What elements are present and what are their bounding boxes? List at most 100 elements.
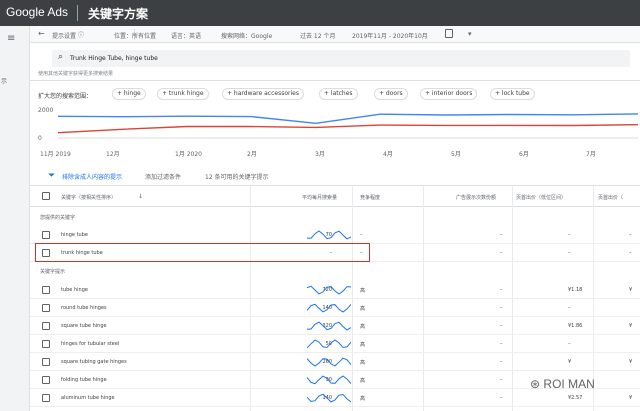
chip-doors[interactable]: + doors — [374, 88, 408, 100]
bid-low-cell: ¥2.57 — [568, 395, 583, 401]
network-filter[interactable]: 搜索网络：Google — [221, 31, 272, 40]
filter-icon[interactable]: ⏷ — [48, 171, 55, 181]
search-volume-chart: 2000 0 11月 2019 12月 1月 2020 2月 3月 4月 5月 6月 7月 — [38, 107, 639, 158]
row-checkbox[interactable] — [42, 376, 50, 384]
chip-interior-doors[interactable]: + interior doors — [420, 88, 478, 100]
ideas-count: 12 条可用的关键字提示 — [205, 174, 269, 181]
divider — [77, 5, 78, 21]
keyword-cell: aluminum tube hinge — [61, 395, 115, 401]
language-filter[interactable]: 语言：英语 — [171, 31, 201, 40]
impression-share-cell: – — [500, 395, 503, 401]
col-impression-share[interactable]: 广告展示次数份额 — [456, 194, 496, 201]
keyword-search-box[interactable]: ⌕ Trunk Hinge Tube, hinge tube — [52, 50, 630, 67]
search-icon: ⌕ — [58, 52, 64, 62]
bid-low-cell: ¥ — [568, 359, 572, 365]
impression-share-cell: – — [500, 359, 503, 365]
col-keyword[interactable]: 关键字（按相关性排序） — [61, 194, 116, 201]
table-row[interactable]: hinge tube 70– – – – — [30, 226, 640, 244]
broaden-label: 扩大您的搜索范围： — [38, 93, 93, 100]
suggestion-settings[interactable]: 提示设置 — [52, 31, 76, 40]
menu-icon[interactable]: ≡ — [7, 33, 15, 44]
col-bid-high[interactable]: 页首出价（ — [598, 194, 623, 201]
sparkline — [307, 303, 351, 313]
keyword-cell: tube hinge — [61, 287, 88, 293]
sparkline — [307, 230, 351, 240]
impression-share-cell: – — [500, 323, 503, 329]
row-checkbox[interactable] — [42, 231, 50, 239]
info-icon[interactable]: ⓘ — [78, 30, 84, 39]
row-checkbox[interactable] — [42, 322, 50, 330]
location-filter[interactable]: 位置：所有位置 — [114, 31, 156, 40]
chip-lock-tube[interactable]: + lock tube — [490, 88, 535, 100]
chip-latches[interactable]: + latches — [319, 88, 358, 100]
impression-share-cell: – — [500, 341, 503, 347]
google-ads-logo[interactable]: Google Ads — [6, 5, 68, 19]
competition-cell: 高 — [360, 378, 366, 384]
impression-share-cell: – — [500, 287, 503, 293]
add-filter-button[interactable]: 添加过滤条件 — [145, 172, 181, 181]
highlight-box — [35, 243, 370, 262]
row-checkbox[interactable] — [42, 358, 50, 366]
table-header: 关键字（按相关性排序） ↓ 平均每月搜索量 竞争程度 广告展示次数份额 页首出价… — [30, 186, 640, 207]
series-line — [57, 124, 639, 134]
x-tick-label: 5月 — [451, 151, 461, 158]
sparkline — [307, 375, 351, 385]
table-row[interactable]: aluminum tube hinge 140 高 – ¥2.57 ¥ — [30, 389, 640, 407]
x-tick-label: 11月 2019 — [40, 151, 71, 158]
chip-hardware-accessories[interactable]: + hardware accessories — [222, 88, 304, 100]
row-checkbox[interactable] — [42, 304, 50, 312]
competition-cell: 高 — [360, 306, 366, 312]
y-tick-label: 0 — [38, 135, 42, 142]
competition-cell: 高 — [360, 324, 366, 330]
calendar-icon[interactable] — [445, 29, 453, 38]
keyword-cell: square tube hinge — [61, 323, 107, 329]
y-tick-label: 2000 — [38, 107, 53, 114]
col-bid-low[interactable]: 页首出价（低位区间） — [516, 194, 566, 201]
bid-low-cell: – — [568, 341, 571, 347]
page-title: 关键字方案 — [88, 7, 149, 21]
chevron-down-icon[interactable]: ▾ — [468, 30, 472, 38]
search-input[interactable]: Trunk Hinge Tube, hinge tube — [70, 55, 158, 62]
table-row[interactable]: round tube hinges 140 高 – – — [30, 299, 640, 317]
sort-arrow-icon[interactable]: ↓ — [138, 193, 143, 200]
bid-high-cell: – — [629, 232, 632, 238]
keyword-cell: folding tube hinge — [61, 377, 107, 383]
x-tick-label: 12月 — [106, 151, 120, 158]
row-checkbox[interactable] — [42, 340, 50, 348]
col-competition[interactable]: 竞争程度 — [360, 194, 380, 201]
competition-cell: 高 — [360, 360, 366, 366]
bid-low-cell: ¥1.86 — [568, 323, 583, 329]
chip-trunk-hinge[interactable]: + trunk hinge — [157, 88, 209, 100]
chip-hinge[interactable]: + hinge — [112, 88, 146, 100]
row-checkbox[interactable] — [42, 286, 50, 294]
col-avg-searches[interactable]: 平均每月搜索量 — [302, 194, 337, 201]
table-row[interactable]: hinges for tubular steel 50 高 – – — [30, 335, 640, 353]
keyword-cell: square tubing gate hinges — [61, 359, 127, 365]
divider — [30, 80, 640, 81]
sparkline — [307, 285, 351, 295]
select-all-checkbox[interactable] — [42, 192, 50, 200]
table-row[interactable]: tube hinge 720 高 – ¥1.18 ¥ — [30, 281, 640, 299]
competition-cell: 高 — [360, 396, 366, 402]
competition-cell: – — [360, 232, 363, 238]
filter-bar: ← 提示设置 ⓘ 位置：所有位置 语言：英语 搜索网络：Google 过去 12… — [30, 26, 640, 43]
exclude-adult-filter[interactable]: 排除含成人内容的提示 — [62, 172, 122, 181]
sparkline — [307, 393, 351, 403]
section-keyword-ideas: 关键字提示 — [40, 269, 66, 275]
watermark: ⊛ ROI MAN — [530, 377, 595, 391]
section-provided-keywords: 您提供的关键字 — [40, 215, 76, 221]
table-row[interactable]: square tube hinge 320 高 – ¥1.86 ¥ — [30, 317, 640, 335]
sparkline — [307, 357, 351, 367]
row-checkbox[interactable] — [42, 394, 50, 402]
date-range[interactable]: 2019年11月 - 2020年10月 — [352, 31, 428, 40]
keyword-cell: hinges for tubular steel — [61, 341, 120, 347]
search-hint: 使用其他关键字获得更多搜索结果 — [38, 71, 114, 77]
x-tick-label: 4月 — [383, 151, 393, 158]
table-row[interactable]: square tubing gate hinges 260 高 – ¥ ¥ — [30, 353, 640, 371]
back-arrow-icon[interactable]: ← — [38, 29, 45, 38]
keyword-cell: hinge tube — [61, 232, 88, 238]
bid-low-cell: – — [568, 232, 571, 238]
x-tick-label: 2月 — [247, 151, 257, 158]
table-toolbar: ⏷ 排除含成人内容的提示 添加过滤条件 12 条可用的关键字提示 — [30, 165, 640, 186]
bid-high-cell: ¥ — [629, 359, 633, 365]
